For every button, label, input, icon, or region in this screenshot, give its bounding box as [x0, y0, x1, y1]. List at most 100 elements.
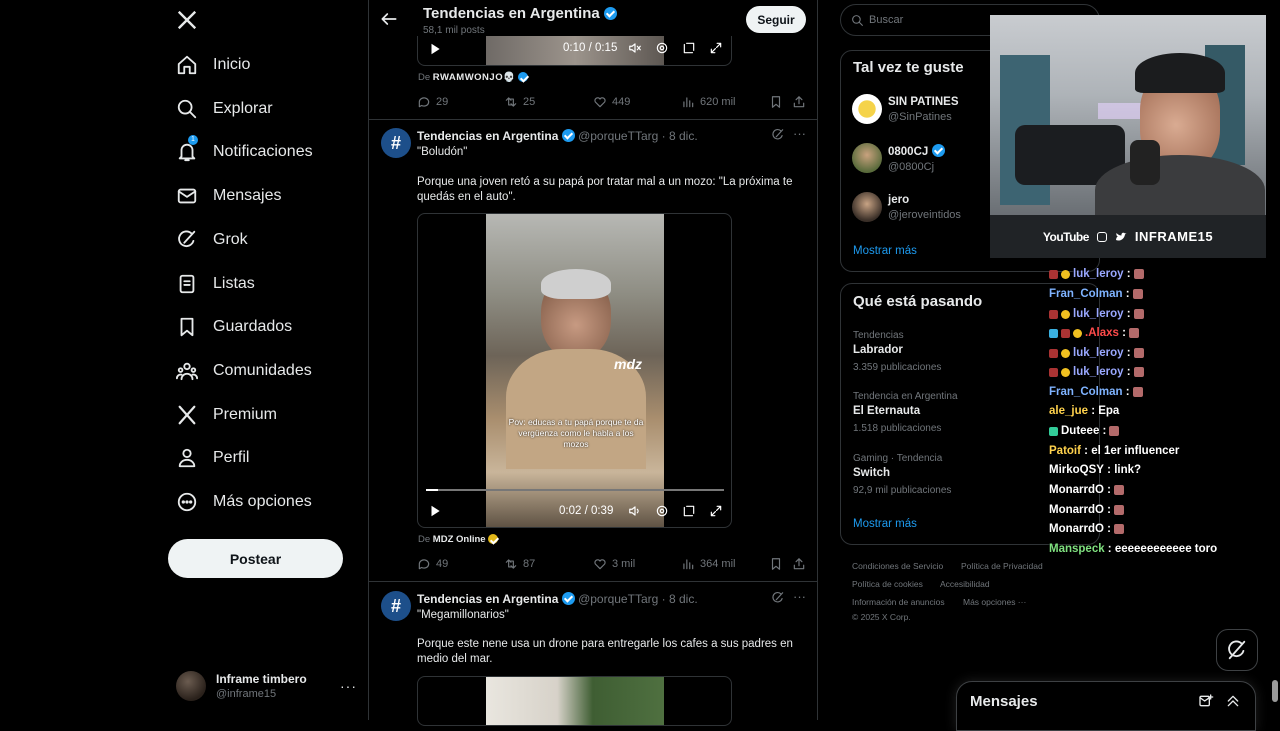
play-icon[interactable]	[428, 504, 442, 518]
nav-item-mas-opciones[interactable]: Más opciones	[176, 482, 312, 522]
footer-link[interactable]: Política de cookies	[852, 579, 923, 589]
grok-icon[interactable]	[771, 591, 785, 605]
footer-link[interactable]: Más opciones ···	[963, 597, 1026, 607]
chat-user: Manspeck	[1049, 543, 1105, 555]
tweet-author[interactable]: Tendencias en Argentina	[417, 129, 558, 143]
nav-item-comunidades[interactable]: Comunidades	[176, 351, 312, 391]
settings-gear-icon[interactable]	[655, 41, 669, 55]
nav-item-perfil[interactable]: Perfil	[176, 438, 249, 478]
tweet-more-icon[interactable]: ···	[793, 589, 806, 604]
video-player[interactable]: mdz Pov: educas a tu papá porque te da v…	[417, 213, 732, 528]
chat-badge-icon	[1061, 367, 1070, 377]
chat-user: Fran_Colman	[1049, 386, 1123, 398]
like-button[interactable]: 449	[593, 95, 630, 109]
new-message-icon[interactable]	[1198, 693, 1214, 709]
nav-item-explorar[interactable]: Explorar	[176, 89, 273, 129]
nav-label: Listas	[213, 275, 255, 292]
chat-badge-icon	[1073, 328, 1082, 338]
tweet-more-icon[interactable]: ···	[793, 126, 806, 141]
reply-button[interactable]: 29	[417, 95, 448, 109]
settings-gear-icon[interactable]	[655, 504, 669, 518]
trend-category: Tendencias	[853, 330, 904, 341]
chat-message: Patoif : el 1er influencer	[1049, 445, 1180, 457]
share-button[interactable]	[792, 95, 811, 109]
footer-link[interactable]: Información de anuncios	[852, 597, 945, 607]
suggested-user[interactable]: 0800CJ @0800Cj	[852, 143, 945, 173]
chevron-up-icon[interactable]	[1225, 693, 1241, 709]
video-progress-track[interactable]	[426, 489, 724, 491]
chat-user: MonarrdO	[1049, 484, 1104, 496]
account-switcher[interactable]: Inframe timbero @inframe15 ···	[176, 668, 356, 704]
nav-item-guardados[interactable]: Guardados	[176, 307, 292, 347]
trend-name[interactable]: Switch	[853, 467, 890, 479]
tweet-header: Tendencias en Argentina @porqueTTarg · 8…	[417, 129, 698, 143]
mute-icon[interactable]	[628, 41, 642, 55]
views-button[interactable]: 620 mil	[681, 95, 735, 109]
chat-user: luk_leroy	[1073, 366, 1124, 378]
nav-item-mensajes[interactable]: Mensajes	[176, 176, 281, 216]
video-player[interactable]: 0:10 / 0:15	[417, 36, 732, 66]
follow-button[interactable]: Seguir	[746, 6, 806, 33]
tweet-date[interactable]: · 8 dic.	[662, 592, 698, 606]
retweet-button[interactable]: 25	[504, 95, 535, 109]
nav-item-listas[interactable]: Listas	[176, 264, 255, 304]
footer-link[interactable]: Accesibilidad	[940, 579, 990, 589]
chat-message: Fran_Colman :	[1049, 288, 1143, 300]
chat-text: el 1er influencer	[1091, 445, 1180, 457]
streamer-cap	[1135, 53, 1225, 93]
x-logo-icon[interactable]	[176, 9, 198, 31]
tweet-text: Porque este nene usa un drone para entre…	[417, 638, 793, 665]
bookmark-button[interactable]	[769, 557, 788, 571]
search-input[interactable]: Buscar	[869, 14, 903, 26]
retweet-button[interactable]: 87	[504, 557, 535, 571]
nav-item-premium[interactable]: Premium	[176, 395, 277, 435]
tweet-avatar[interactable]: #	[381, 128, 411, 158]
video-source: De RWAMWONJO💀	[418, 72, 529, 83]
tweet-avatar[interactable]: #	[381, 591, 411, 621]
views-count: 620 mil	[700, 96, 736, 108]
reply-button[interactable]: 49	[417, 557, 448, 571]
volume-icon[interactable]	[628, 504, 642, 518]
video-player[interactable]	[417, 676, 732, 726]
picture-in-picture-icon[interactable]	[682, 41, 696, 55]
play-icon[interactable]	[428, 42, 442, 56]
show-more-link[interactable]: Mostrar más	[853, 518, 917, 530]
post-button[interactable]: Postear	[168, 539, 343, 578]
nav-label: Comunidades	[213, 362, 312, 379]
emote-icon	[1109, 426, 1120, 436]
tweet-title: "Boludón"	[417, 146, 468, 158]
show-more-link[interactable]: Mostrar más	[853, 245, 917, 257]
footer-link[interactable]: Condiciones de Servicio	[852, 561, 943, 571]
picture-in-picture-icon[interactable]	[682, 504, 696, 518]
tweet-date[interactable]: · 8 dic.	[662, 129, 698, 143]
views-chart-icon	[683, 97, 694, 108]
fullscreen-icon[interactable]	[709, 41, 723, 55]
nav-item-grok[interactable]: Grok	[176, 220, 248, 260]
video-time: 0:10 / 0:15	[563, 42, 618, 54]
suggested-user[interactable]: SIN PATINES @SinPatines	[852, 94, 959, 124]
tweet-author[interactable]: Tendencias en Argentina	[417, 592, 558, 606]
grok-floating-button[interactable]	[1216, 629, 1258, 671]
trend-name[interactable]: El Eternauta	[853, 405, 920, 417]
suggested-user[interactable]: jero @jeroveintidos	[852, 192, 961, 222]
chat-user: MonarrdO	[1049, 504, 1104, 516]
microphone	[1130, 140, 1160, 185]
source-name[interactable]: RWAMWONJO💀	[433, 72, 516, 83]
scrollbar-thumb[interactable]	[1272, 680, 1278, 702]
chat-message: .Alaxs :	[1049, 327, 1139, 339]
nav-item-notificaciones[interactable]: 1 Notificaciones	[176, 132, 313, 172]
chat-message: luk_leroy :	[1049, 347, 1144, 359]
avatar	[852, 192, 882, 222]
like-button[interactable]: 3 mil	[593, 557, 635, 571]
trend-name[interactable]: Labrador	[853, 344, 903, 356]
footer-link[interactable]: Política de Privacidad	[961, 561, 1043, 571]
source-name[interactable]: MDZ Online	[433, 534, 486, 545]
bookmark-button[interactable]	[769, 95, 788, 109]
share-button[interactable]	[792, 557, 811, 571]
messages-drawer[interactable]: Mensajes	[956, 681, 1256, 731]
nav-item-inicio[interactable]: Inicio	[176, 45, 250, 85]
grok-icon[interactable]	[771, 128, 785, 142]
fullscreen-icon[interactable]	[709, 504, 723, 518]
back-arrow-icon[interactable]	[379, 9, 401, 31]
views-button[interactable]: 364 mil	[681, 557, 735, 571]
